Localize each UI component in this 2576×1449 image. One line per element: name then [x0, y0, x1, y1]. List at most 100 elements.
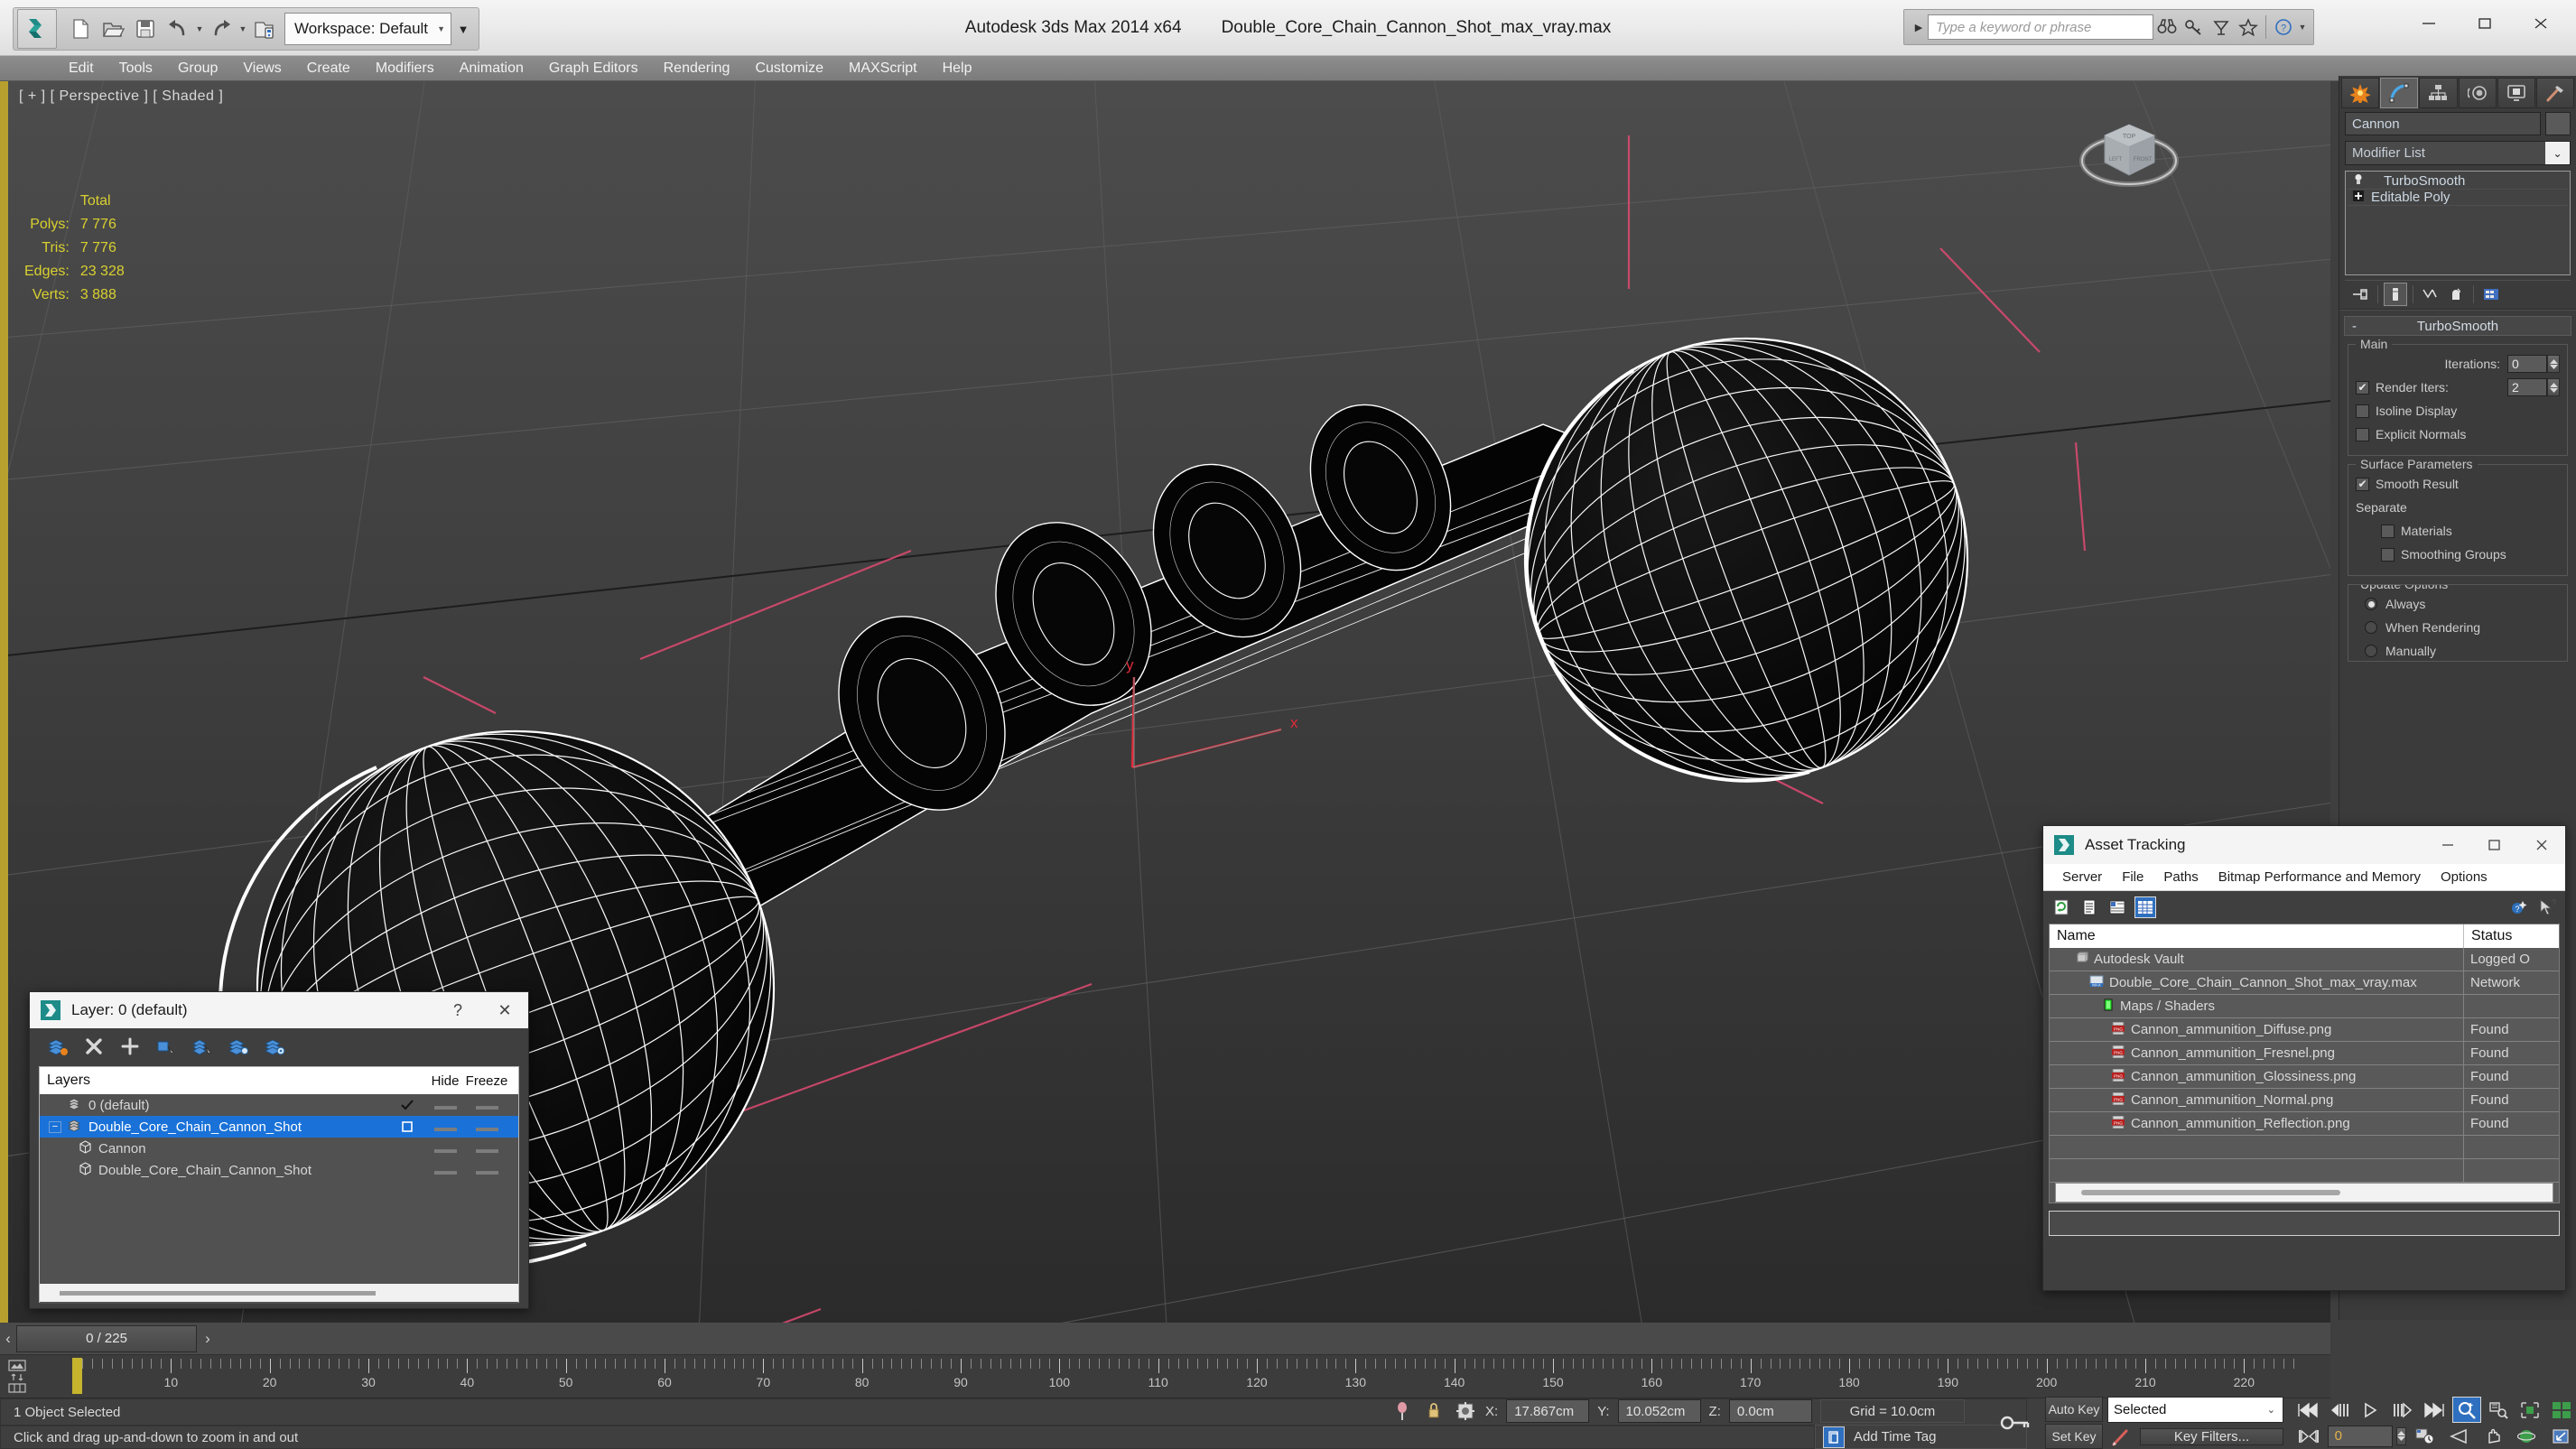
- maximize-button[interactable]: [2457, 4, 2513, 43]
- list-item[interactable]: − Double_Core_Chain_Cannon_Shot ▬▬ ▬▬: [40, 1116, 518, 1138]
- binoculars-icon[interactable]: [2153, 13, 2181, 42]
- asset-tracking-maximize-button[interactable]: [2471, 826, 2518, 864]
- configure-modifier-sets-icon[interactable]: [2479, 283, 2503, 306]
- render-iters-spinner[interactable]: [2547, 378, 2560, 396]
- redo-dropdown-arrow[interactable]: ▼: [237, 24, 248, 33]
- viewport-label[interactable]: [ + ] [ Perspective ] [ Shaded ]: [19, 88, 223, 105]
- minimize-button[interactable]: [2401, 4, 2457, 43]
- iterations-spinner[interactable]: [2547, 355, 2560, 373]
- close-button[interactable]: [2513, 4, 2569, 43]
- layer-table-horizontal-scrollbar[interactable]: [40, 1284, 518, 1302]
- go-to-start-icon[interactable]: [2293, 1397, 2321, 1423]
- create-new-layer-icon[interactable]: [46, 1035, 70, 1058]
- table-row[interactable]: MAX Double_Core_Chain_Cannon_Shot_max_vr…: [2050, 971, 2559, 995]
- layer-freeze-toggle[interactable]: ▬▬: [466, 1164, 507, 1177]
- layer-freeze-toggle[interactable]: ▬▬: [466, 1142, 507, 1156]
- y-coord-input[interactable]: 10.052cm: [1617, 1399, 1701, 1423]
- menu-item-create[interactable]: Create: [294, 56, 363, 81]
- layer-dialog-help-button[interactable]: ?: [434, 992, 481, 1028]
- track-bar-mode-icons[interactable]: [5, 1359, 47, 1397]
- menu-item-tools[interactable]: Tools: [107, 56, 165, 81]
- layer-dialog-close-button[interactable]: ✕: [481, 992, 528, 1028]
- menu-item-customize[interactable]: Customize: [742, 56, 836, 81]
- previous-frame-arrow[interactable]: ‹: [0, 1324, 16, 1354]
- next-frame-arrow[interactable]: ›: [197, 1324, 219, 1354]
- detail-view-icon[interactable]: [2106, 896, 2128, 918]
- go-to-end-icon[interactable]: [2421, 1397, 2449, 1423]
- search-input[interactable]: Type a keyword or phrase: [1928, 14, 2153, 40]
- isoline-display-checkbox[interactable]: [2356, 404, 2369, 418]
- workspace-selector[interactable]: Workspace: Default ▼: [284, 13, 451, 45]
- utilities-tab[interactable]: [2535, 78, 2575, 108]
- menu-item-animation[interactable]: Animation: [447, 56, 536, 81]
- time-configuration-icon[interactable]: [2410, 1423, 2441, 1449]
- explicit-normals-checkbox[interactable]: [2356, 427, 2369, 441]
- menu-item-rendering[interactable]: Rendering: [651, 56, 743, 81]
- scrollbar-thumb[interactable]: [60, 1290, 376, 1296]
- set-key-pencil-icon[interactable]: [2107, 1425, 2134, 1449]
- object-name-field[interactable]: Cannon: [2345, 112, 2541, 135]
- auto-key-button[interactable]: Auto Key: [2045, 1397, 2103, 1422]
- plus-box-icon[interactable]: [2351, 190, 2366, 205]
- layer-hide-toggle[interactable]: ▬▬: [424, 1142, 466, 1156]
- motion-tab[interactable]: [2458, 78, 2497, 108]
- make-unique-icon[interactable]: [2419, 283, 2442, 306]
- communication-center-icon[interactable]: [2208, 13, 2235, 42]
- absolute-relative-icon[interactable]: [1454, 1399, 1477, 1423]
- table-row[interactable]: Maps / Shaders: [2050, 995, 2559, 1018]
- highlight-selected-objects-layer-icon[interactable]: [227, 1035, 250, 1058]
- object-color-swatch[interactable]: [2545, 112, 2571, 135]
- help-new-icon[interactable]: ?: [2507, 896, 2529, 918]
- favorites-star-icon[interactable]: [2235, 13, 2262, 42]
- layer-column-layers[interactable]: Layers: [40, 1067, 390, 1094]
- workspace-expand-button[interactable]: ▼: [451, 13, 475, 45]
- asset-menu-server[interactable]: Server: [2052, 869, 2112, 885]
- layer-hide-toggle[interactable]: ▬▬: [424, 1120, 466, 1134]
- redo-button[interactable]: [205, 13, 237, 45]
- zoom-icon[interactable]: [2451, 1397, 2481, 1423]
- when-rendering-radio[interactable]: [2365, 621, 2377, 634]
- list-item[interactable]: Double_Core_Chain_Cannon_Shot ▬▬ ▬▬: [40, 1159, 518, 1181]
- always-radio[interactable]: [2365, 598, 2377, 610]
- show-end-result-icon[interactable]: [2384, 282, 2407, 306]
- hierarchy-tab[interactable]: [2419, 78, 2458, 108]
- iterations-input[interactable]: 0: [2507, 355, 2547, 373]
- stack-item-turbosmooth[interactable]: TurboSmooth: [2348, 173, 2568, 190]
- smoothing-groups-checkbox[interactable]: [2381, 547, 2395, 562]
- current-frame-indicator[interactable]: 0 / 225: [16, 1324, 197, 1352]
- current-frame-input[interactable]: 0: [2327, 1425, 2393, 1447]
- menu-item-views[interactable]: Views: [230, 56, 293, 81]
- list-item[interactable]: 0 (default) ▬▬ ▬▬: [40, 1094, 518, 1116]
- table-row[interactable]: PNG Cannon_ammunition_Normal.png Found: [2050, 1089, 2559, 1112]
- zoom-extents-icon[interactable]: [2516, 1397, 2544, 1423]
- table-row[interactable]: Autodesk Vault Logged O: [2050, 948, 2559, 971]
- select-highlighted-layers-icon[interactable]: [191, 1035, 214, 1058]
- key-mode-selector[interactable]: Selected ⌄: [2107, 1397, 2283, 1423]
- asset-menu-bitmap-performance[interactable]: Bitmap Performance and Memory: [2209, 869, 2431, 885]
- next-frame-icon[interactable]: [2388, 1397, 2416, 1423]
- smooth-result-checkbox[interactable]: ✔: [2356, 477, 2369, 491]
- asset-menu-file[interactable]: File: [2112, 869, 2153, 885]
- delete-layer-icon[interactable]: [82, 1035, 106, 1058]
- asset-tracking-close-button[interactable]: [2518, 826, 2565, 864]
- pin-stack-icon[interactable]: [2348, 283, 2372, 306]
- zoom-extents-all-icon[interactable]: [2548, 1397, 2576, 1423]
- menu-item-help[interactable]: Help: [930, 56, 985, 81]
- set-key-button[interactable]: Set Key: [2045, 1424, 2103, 1449]
- list-view-icon[interactable]: [2078, 896, 2100, 918]
- previous-frame-icon[interactable]: [2325, 1397, 2353, 1423]
- table-row[interactable]: PNG Cannon_ammunition_Glossiness.png Fou…: [2050, 1065, 2559, 1089]
- remove-modifier-icon[interactable]: [2444, 283, 2468, 306]
- layer-column-hide[interactable]: Hide: [424, 1067, 466, 1094]
- set-project-folder-button[interactable]: [248, 13, 281, 45]
- key-filters-button[interactable]: Key Filters...: [2140, 1428, 2283, 1445]
- layer-properties-icon[interactable]: [263, 1035, 286, 1058]
- manually-radio[interactable]: [2365, 645, 2377, 657]
- layer-column-freeze[interactable]: Freeze: [466, 1067, 508, 1094]
- asset-column-name[interactable]: Name: [2050, 924, 2464, 948]
- new-file-button[interactable]: [64, 13, 97, 45]
- zoom-all-icon[interactable]: [2485, 1397, 2513, 1423]
- lock-icon[interactable]: [1422, 1399, 1446, 1423]
- rollout-header[interactable]: - TurboSmooth: [2344, 316, 2571, 336]
- modifier-stack[interactable]: TurboSmooth Editable Poly: [2345, 171, 2571, 275]
